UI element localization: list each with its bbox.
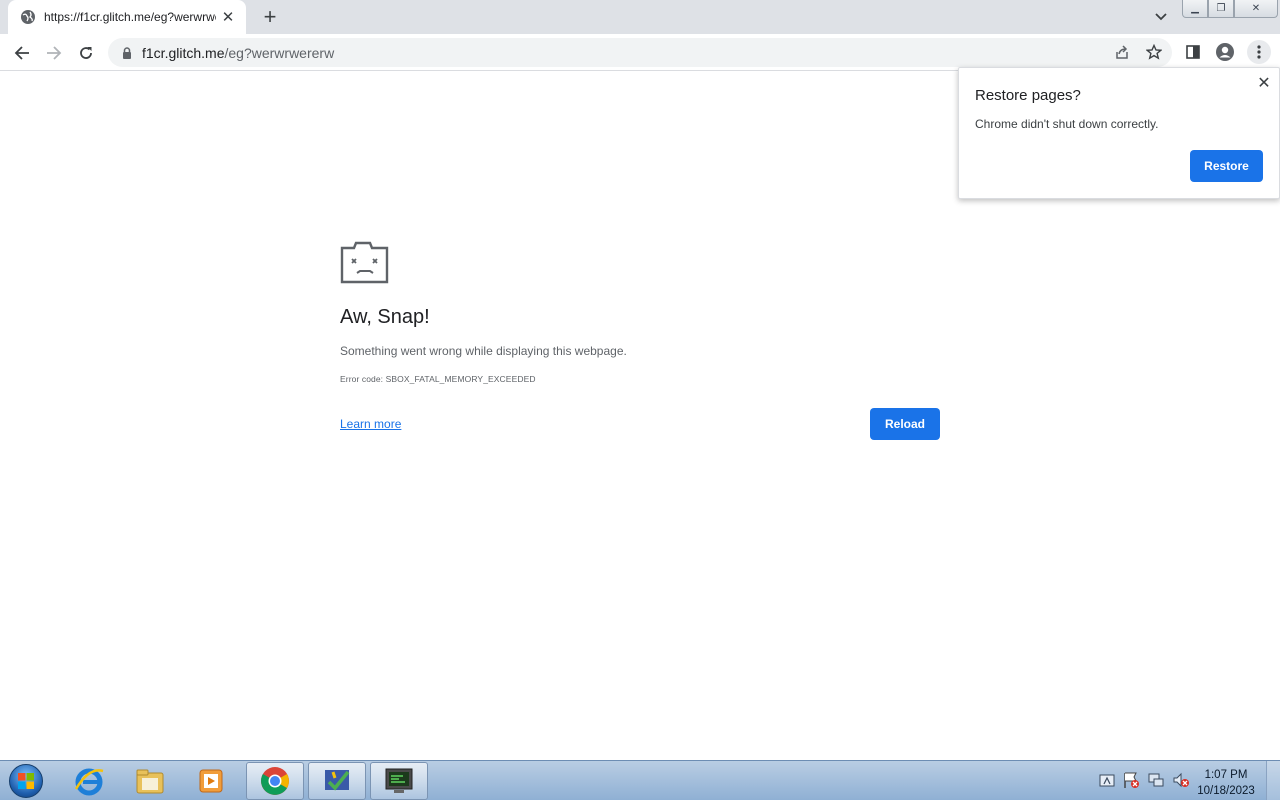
network-icon[interactable] [1145,769,1167,791]
minimize-icon[interactable]: ▁ [1182,0,1208,18]
script-editor-icon[interactable] [308,762,366,800]
share-icon[interactable] [1111,41,1133,63]
address-bar[interactable]: f1cr.glitch.me/eg?werwrwererw [108,38,1172,67]
refresh-icon[interactable] [72,39,100,67]
tab-close-icon[interactable]: ✕ [220,9,236,26]
bubble-close-icon[interactable]: ✕ [1255,74,1273,92]
restore-button[interactable]: Restore [1190,150,1263,182]
media-player-icon[interactable] [182,762,240,800]
error-page: Aw, Snap! Something went wrong while dis… [340,240,940,440]
internet-explorer-icon[interactable] [60,762,118,800]
volume-muted-icon[interactable] [1170,769,1192,791]
screen: https://f1cr.glitch.me/eg?werwrwererw ✕ … [0,0,1280,800]
tab-title: https://f1cr.glitch.me/eg?werwrwererw [44,10,216,24]
system-clock[interactable]: 1:07 PM 10/18/2023 [1196,767,1256,799]
maximize-icon[interactable]: ❐ [1208,0,1234,18]
menu-dots-icon[interactable] [1247,40,1271,64]
error-title: Aw, Snap! [340,306,430,328]
tab-strip: https://f1cr.glitch.me/eg?werwrwererw ✕ … [0,0,1280,34]
learn-more-link[interactable]: Learn more [340,417,401,431]
browser-tab[interactable]: https://f1cr.glitch.me/eg?werwrwererw ✕ [8,0,246,34]
toolbar: f1cr.glitch.me/eg?werwrwererw [0,34,1280,71]
window-close-icon[interactable]: ✕ [1234,0,1278,18]
windows-logo-icon [9,764,43,798]
new-tab-button[interactable]: + [258,4,282,29]
file-explorer-icon[interactable] [121,762,179,800]
profile-icon[interactable] [1214,41,1236,63]
tab-search-icon[interactable] [1150,7,1172,27]
bookmark-star-icon[interactable] [1143,41,1165,63]
reload-button[interactable]: Reload [870,408,940,440]
forward-icon[interactable] [40,39,68,67]
terminal-icon[interactable] [370,762,428,800]
clock-time: 1:07 PM [1204,769,1248,781]
error-message: Something went wrong while displaying th… [340,344,627,358]
lock-icon[interactable] [120,46,134,60]
taskbar: 1:07 PM 10/18/2023 [0,760,1280,800]
sad-tab-icon [340,240,390,284]
window-controls: ▁ ❐ ✕ [1182,0,1278,20]
back-icon[interactable] [8,39,36,67]
show-hidden-icons[interactable] [1096,769,1118,791]
clock-date: 10/18/2023 [1197,785,1255,797]
url-host: f1cr.glitch.me [142,44,225,61]
start-button[interactable] [6,762,46,800]
chrome-taskbar-icon[interactable] [246,762,304,800]
globe-icon [20,9,36,25]
action-center-flag-icon[interactable] [1120,769,1142,791]
url-path: /eg?werwrwererw [224,44,335,61]
bubble-title: Restore pages? [975,87,1081,104]
show-desktop-button[interactable] [1266,761,1280,800]
restore-pages-bubble: Restore pages? Chrome didn't shut down c… [958,67,1280,199]
error-code: Error code: SBOX_FATAL_MEMORY_EXCEEDED [340,374,536,384]
side-panel-icon[interactable] [1182,41,1204,63]
bubble-message: Chrome didn't shut down correctly. [975,117,1159,131]
